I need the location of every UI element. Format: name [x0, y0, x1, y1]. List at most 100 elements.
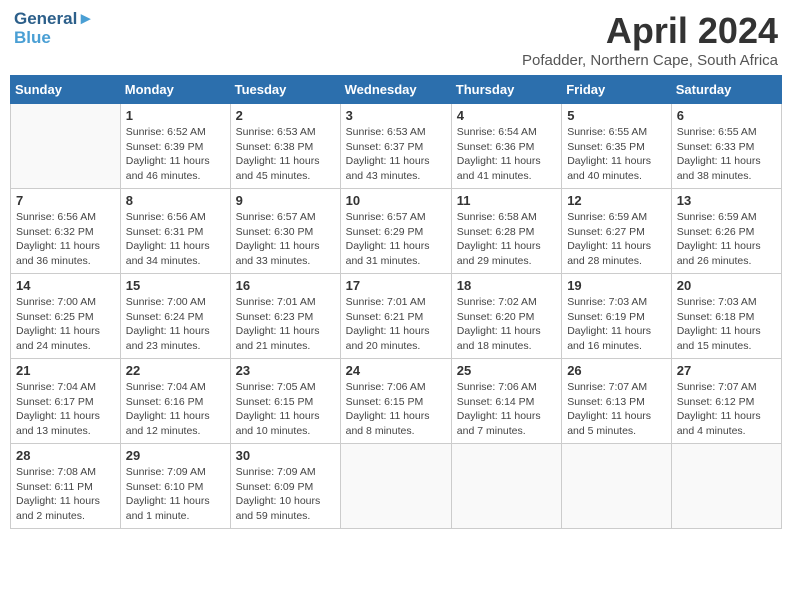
- day-number: 1: [126, 108, 225, 123]
- day-info: Sunrise: 7:01 AMSunset: 6:21 PMDaylight:…: [346, 295, 446, 354]
- calendar-cell: 9 Sunrise: 6:57 AMSunset: 6:30 PMDaylight…: [230, 189, 340, 274]
- day-number: 5: [567, 108, 666, 123]
- calendar-cell: 18 Sunrise: 7:02 AMSunset: 6:20 PMDayligh…: [451, 274, 561, 359]
- day-number: 17: [346, 278, 446, 293]
- day-info: Sunrise: 6:57 AMSunset: 6:29 PMDaylight:…: [346, 210, 446, 269]
- title-block: April 2024 Pofadder, Northern Cape, Sout…: [522, 10, 778, 69]
- day-number: 16: [236, 278, 335, 293]
- calendar-table: SundayMondayTuesdayWednesdayThursdayFrid…: [10, 75, 782, 529]
- header-wednesday: Wednesday: [340, 76, 451, 104]
- logo-line1: General►: [14, 10, 94, 29]
- day-number: 9: [236, 193, 335, 208]
- day-info: Sunrise: 7:09 AMSunset: 6:10 PMDaylight:…: [126, 465, 225, 524]
- calendar-cell: 6 Sunrise: 6:55 AMSunset: 6:33 PMDaylight…: [671, 104, 781, 189]
- calendar-cell: 5 Sunrise: 6:55 AMSunset: 6:35 PMDaylight…: [562, 104, 672, 189]
- calendar-cell: 2 Sunrise: 6:53 AMSunset: 6:38 PMDaylight…: [230, 104, 340, 189]
- calendar-cell: 16Sunrise: 7:01 AMSunset: 6:23 PMDayligh…: [230, 274, 340, 359]
- day-info: Sunrise: 6:59 AMSunset: 6:27 PMDaylight:…: [567, 210, 666, 269]
- day-info: Sunrise: 7:03 AMSunset: 6:19 PMDaylight:…: [567, 295, 666, 354]
- week-row-2: 7 Sunrise: 6:56 AMSunset: 6:32 PMDaylight…: [11, 189, 782, 274]
- day-number: 2: [236, 108, 335, 123]
- day-info: Sunrise: 7:04 AMSunset: 6:17 PMDaylight:…: [16, 380, 115, 439]
- page-header: General► Blue April 2024 Pofadder, North…: [10, 10, 782, 69]
- day-info: Sunrise: 6:52 AMSunset: 6:39 PMDaylight:…: [126, 125, 225, 184]
- calendar-cell: 8 Sunrise: 6:56 AMSunset: 6:31 PMDaylight…: [120, 189, 230, 274]
- day-number: 19: [567, 278, 666, 293]
- day-info: Sunrise: 7:07 AMSunset: 6:12 PMDaylight:…: [677, 380, 776, 439]
- calendar-cell: 26Sunrise: 7:07 AMSunset: 6:13 PMDayligh…: [562, 359, 672, 444]
- logo: General► Blue: [14, 10, 94, 47]
- header-monday: Monday: [120, 76, 230, 104]
- day-number: 18: [457, 278, 556, 293]
- day-number: 23: [236, 363, 335, 378]
- day-number: 30: [236, 448, 335, 463]
- day-number: 15: [126, 278, 225, 293]
- calendar-cell: 14Sunrise: 7:00 AMSunset: 6:25 PMDayligh…: [11, 274, 121, 359]
- day-number: 20: [677, 278, 776, 293]
- calendar-cell: 15 Sunrise: 7:00 AMSunset: 6:24 PMDayligh…: [120, 274, 230, 359]
- day-info: Sunrise: 6:59 AMSunset: 6:26 PMDaylight:…: [677, 210, 776, 269]
- calendar-cell: 24Sunrise: 7:06 AMSunset: 6:15 PMDayligh…: [340, 359, 451, 444]
- day-info: Sunrise: 6:53 AMSunset: 6:38 PMDaylight:…: [236, 125, 335, 184]
- calendar-cell: 27 Sunrise: 7:07 AMSunset: 6:12 PMDayligh…: [671, 359, 781, 444]
- day-info: Sunrise: 6:54 AMSunset: 6:36 PMDaylight:…: [457, 125, 556, 184]
- day-info: Sunrise: 7:08 AMSunset: 6:11 PMDaylight:…: [16, 465, 115, 524]
- day-number: 12: [567, 193, 666, 208]
- calendar-cell: [11, 104, 121, 189]
- day-info: Sunrise: 7:06 AMSunset: 6:15 PMDaylight:…: [346, 380, 446, 439]
- calendar-cell: 30 Sunrise: 7:09 AMSunset: 6:09 PMDayligh…: [230, 444, 340, 529]
- day-number: 7: [16, 193, 115, 208]
- calendar-cell: 21 Sunrise: 7:04 AMSunset: 6:17 PMDayligh…: [11, 359, 121, 444]
- location: Pofadder, Northern Cape, South Africa: [522, 52, 778, 69]
- calendar-cell: 12 Sunrise: 6:59 AMSunset: 6:27 PMDayligh…: [562, 189, 672, 274]
- day-info: Sunrise: 7:04 AMSunset: 6:16 PMDaylight:…: [126, 380, 225, 439]
- day-info: Sunrise: 6:55 AMSunset: 6:33 PMDaylight:…: [677, 125, 776, 184]
- day-info: Sunrise: 6:56 AMSunset: 6:32 PMDaylight:…: [16, 210, 115, 269]
- day-info: Sunrise: 7:02 AMSunset: 6:20 PMDaylight:…: [457, 295, 556, 354]
- day-info: Sunrise: 6:53 AMSunset: 6:37 PMDaylight:…: [346, 125, 446, 184]
- day-info: Sunrise: 7:05 AMSunset: 6:15 PMDaylight:…: [236, 380, 335, 439]
- day-number: 6: [677, 108, 776, 123]
- calendar-cell: 29Sunrise: 7:09 AMSunset: 6:10 PMDayligh…: [120, 444, 230, 529]
- calendar-cell: 19 Sunrise: 7:03 AMSunset: 6:19 PMDayligh…: [562, 274, 672, 359]
- day-number: 28: [16, 448, 115, 463]
- day-number: 11: [457, 193, 556, 208]
- week-row-5: 28 Sunrise: 7:08 AMSunset: 6:11 PMDayligh…: [11, 444, 782, 529]
- calendar-cell: 25 Sunrise: 7:06 AMSunset: 6:14 PMDayligh…: [451, 359, 561, 444]
- calendar-cell: [451, 444, 561, 529]
- week-row-1: 1 Sunrise: 6:52 AMSunset: 6:39 PMDaylight…: [11, 104, 782, 189]
- day-info: Sunrise: 7:09 AMSunset: 6:09 PMDaylight:…: [236, 465, 335, 524]
- calendar-cell: 10 Sunrise: 6:57 AMSunset: 6:29 PMDayligh…: [340, 189, 451, 274]
- month-title: April 2024: [522, 10, 778, 52]
- header-friday: Friday: [562, 76, 672, 104]
- week-row-3: 14Sunrise: 7:00 AMSunset: 6:25 PMDayligh…: [11, 274, 782, 359]
- calendar-cell: 17 Sunrise: 7:01 AMSunset: 6:21 PMDayligh…: [340, 274, 451, 359]
- day-info: Sunrise: 7:00 AMSunset: 6:24 PMDaylight:…: [126, 295, 225, 354]
- day-info: Sunrise: 6:57 AMSunset: 6:30 PMDaylight:…: [236, 210, 335, 269]
- day-number: 27: [677, 363, 776, 378]
- logo-line2: Blue: [14, 29, 94, 48]
- calendar-cell: [671, 444, 781, 529]
- day-number: 25: [457, 363, 556, 378]
- calendar-cell: 4Sunrise: 6:54 AMSunset: 6:36 PMDaylight…: [451, 104, 561, 189]
- calendar-cell: 13 Sunrise: 6:59 AMSunset: 6:26 PMDayligh…: [671, 189, 781, 274]
- calendar-cell: [340, 444, 451, 529]
- calendar-cell: 22 Sunrise: 7:04 AMSunset: 6:16 PMDayligh…: [120, 359, 230, 444]
- calendar-cell: 23 Sunrise: 7:05 AMSunset: 6:15 PMDayligh…: [230, 359, 340, 444]
- day-number: 8: [126, 193, 225, 208]
- calendar-cell: [562, 444, 672, 529]
- day-info: Sunrise: 7:00 AMSunset: 6:25 PMDaylight:…: [16, 295, 115, 354]
- day-info: Sunrise: 6:55 AMSunset: 6:35 PMDaylight:…: [567, 125, 666, 184]
- day-info: Sunrise: 7:07 AMSunset: 6:13 PMDaylight:…: [567, 380, 666, 439]
- day-info: Sunrise: 6:56 AMSunset: 6:31 PMDaylight:…: [126, 210, 225, 269]
- day-number: 13: [677, 193, 776, 208]
- day-number: 3: [346, 108, 446, 123]
- day-info: Sunrise: 7:03 AMSunset: 6:18 PMDaylight:…: [677, 295, 776, 354]
- calendar-cell: 7 Sunrise: 6:56 AMSunset: 6:32 PMDaylight…: [11, 189, 121, 274]
- day-number: 21: [16, 363, 115, 378]
- day-info: Sunrise: 7:06 AMSunset: 6:14 PMDaylight:…: [457, 380, 556, 439]
- calendar-header-row: SundayMondayTuesdayWednesdayThursdayFrid…: [11, 76, 782, 104]
- calendar-cell: 1 Sunrise: 6:52 AMSunset: 6:39 PMDaylight…: [120, 104, 230, 189]
- day-number: 22: [126, 363, 225, 378]
- day-number: 10: [346, 193, 446, 208]
